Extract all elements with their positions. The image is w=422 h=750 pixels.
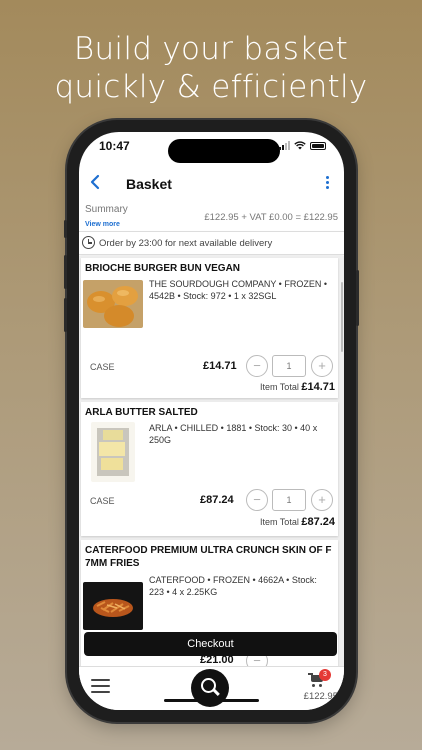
cart-count-badge: 3 [319,669,331,681]
item-total: Item Total £87.24 [260,516,335,528]
app-bar: Basket [79,168,344,202]
increase-quantity-button[interactable]: + [311,355,333,377]
basket-item-list[interactable]: BRIOCHE BURGER BUN VEGAN THE SOURDOUGH C… [79,256,344,666]
item-name: CATERFOOD PREMIUM ULTRA CRUNCH SKIN OF F… [85,545,332,569]
hamburger-menu-icon[interactable] [91,679,110,693]
item-unit: CASE [90,496,115,506]
item-total-value: £87.24 [301,516,335,528]
item-unit: CASE [90,362,115,372]
item-price: £87.24 [200,494,234,506]
wifi-icon [294,141,306,150]
battery-icon [310,141,326,150]
summary-totals: £122.95 + VAT £0.00 = £122.95 [204,212,338,223]
item-image [83,280,143,328]
item-image [83,582,143,630]
signal-icon [279,141,290,150]
basket-item-card[interactable]: ARLA BUTTER SALTED ARLA • CHILLED • 1881… [81,402,338,536]
item-description: ARLA • CHILLED • 1881 • Stock: 30 • 40 x… [149,423,318,445]
item-description: CATERFOOD • FROZEN • 4662A • Stock: 223 … [149,575,317,597]
quantity-input[interactable]: 1 [272,355,306,377]
home-indicator [164,699,259,702]
item-total-label: Item Total [259,517,299,527]
more-vertical-icon[interactable] [326,176,330,189]
decrease-quantity-button[interactable]: − [246,355,268,377]
scrollbar[interactable] [341,282,343,352]
app-screen: 10:47 Basket Summary £122.95 + VAT £0.00… [79,132,344,710]
checkout-button[interactable]: Checkout [84,632,337,656]
basket-item-card[interactable]: BRIOCHE BURGER BUN VEGAN THE SOURDOUGH C… [81,258,338,398]
status-icons [279,141,326,150]
item-name: BRIOCHE BURGER BUN VEGAN [85,263,241,274]
back-chevron-icon[interactable] [89,174,101,194]
delivery-notice: Order by 23:00 for next available delive… [79,231,344,255]
phone-frame: 10:47 Basket Summary £122.95 + VAT £0.00… [64,120,359,722]
decrease-quantity-button[interactable]: − [246,489,268,511]
delivery-notice-text: Order by 23:00 for next available delive… [99,238,273,249]
status-time: 10:47 [99,139,130,153]
quantity-input[interactable]: 1 [272,489,306,511]
bottom-navigation: 3 £122.95 [79,666,344,710]
item-description: THE SOURDOUGH COMPANY • FROZEN • 4542B •… [149,279,327,301]
clock-icon [82,236,95,249]
dynamic-island [168,139,280,163]
marketing-headline: Build your basket quickly & efficiently [0,30,422,106]
item-total-label: Item Total [259,382,299,392]
page-title: Basket [126,176,172,192]
headline-line-1: Build your basket [73,31,349,67]
headline-line-2: quickly & efficiently [54,69,368,105]
item-price: £14.71 [203,360,237,372]
increase-quantity-button[interactable]: + [311,489,333,511]
item-total: Item Total £14.71 [260,381,335,393]
item-name: ARLA BUTTER SALTED [85,407,198,418]
basket-summary: Summary £122.95 + VAT £0.00 = £122.95 Vi… [79,202,344,232]
summary-label: Summary [85,204,128,215]
cart-amount[interactable]: £122.95 [304,691,338,702]
item-total-value: £14.71 [301,381,335,393]
item-image [91,422,135,482]
view-more-link[interactable]: View more [85,221,120,228]
